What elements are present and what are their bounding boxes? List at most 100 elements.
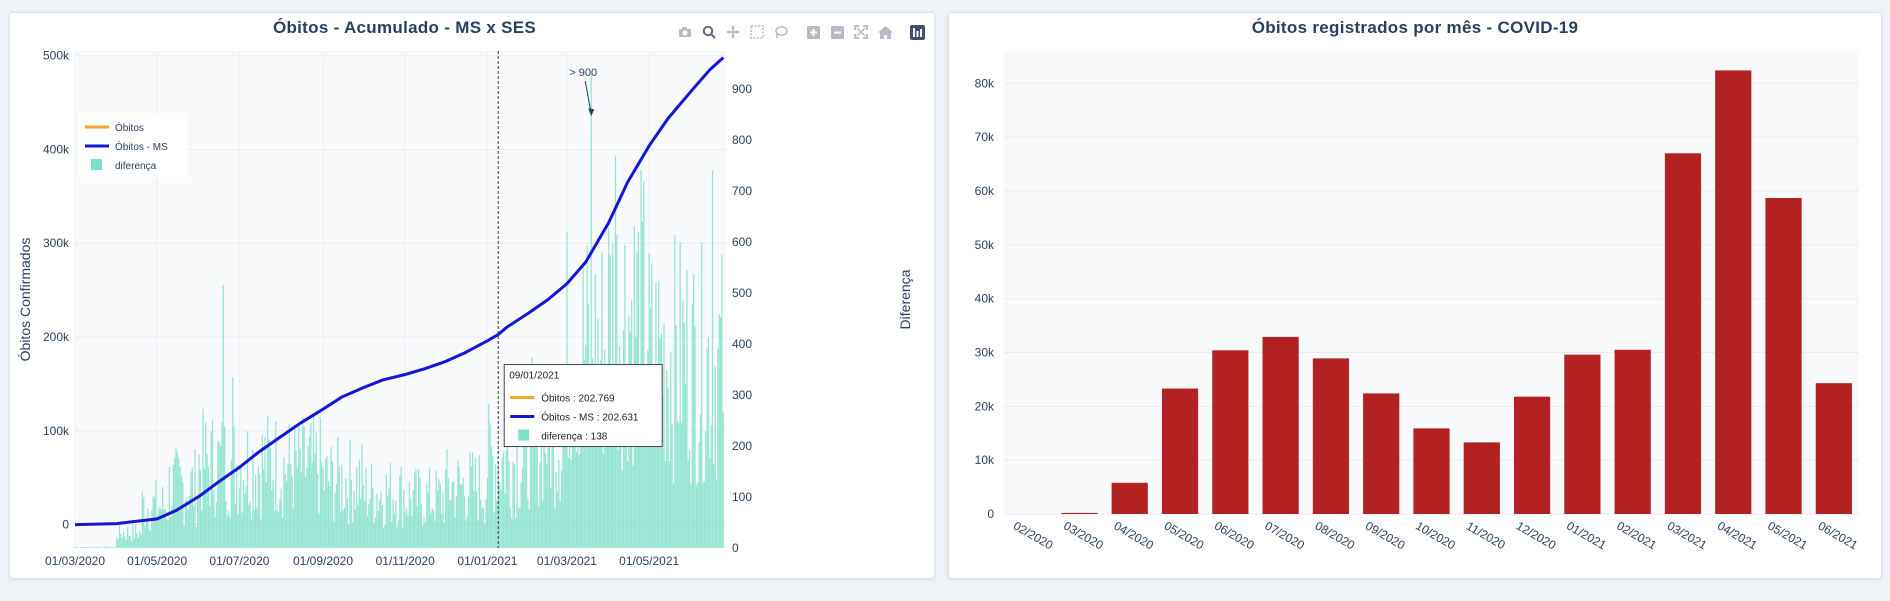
diferenca-bar (380, 491, 382, 548)
diferenca-bar (201, 509, 203, 548)
diferenca-bar (152, 495, 154, 548)
diferenca-bar (256, 507, 258, 548)
monthly-bar (1664, 153, 1702, 514)
diferenca-bar (211, 419, 214, 548)
diferenca-bar (562, 433, 564, 548)
diferenca-bar (691, 304, 693, 548)
x-tick-label: 12/2020 (1514, 519, 1559, 553)
diferenca-bar (249, 501, 251, 548)
diferenca-bar (338, 466, 340, 548)
diferenca-bar (129, 535, 131, 548)
diferenca-bar (407, 516, 409, 548)
diferenca-bar (323, 490, 325, 548)
diferenca-bar (353, 490, 355, 548)
diferenca-bar (149, 531, 152, 548)
diferenca-bar (273, 511, 276, 548)
diferenca-bar (680, 423, 683, 548)
diferenca-bar (392, 499, 394, 548)
diferenca-bar (362, 485, 365, 548)
diferenca-bar (573, 442, 575, 548)
diferenca-bar (368, 504, 370, 548)
diferenca-bar (207, 467, 210, 548)
diferenca-bar (520, 482, 522, 548)
diferenca-bar (190, 471, 192, 548)
diferenca-bar (267, 415, 269, 548)
diferenca-bar (126, 527, 129, 548)
diferenca-bar (153, 497, 156, 548)
diferenca-bar (721, 254, 723, 548)
diferenca-bar (717, 348, 719, 548)
diferenca-bar (694, 326, 696, 548)
diferenca-bar (229, 517, 231, 548)
tooltip-swatch (518, 429, 530, 441)
diferenca-bar (224, 426, 226, 548)
diferenca-bar (388, 488, 390, 548)
diferenca-bar (225, 501, 227, 548)
diferenca-bar (135, 524, 137, 548)
diferenca-bar (567, 458, 569, 548)
diferenca-bar (330, 446, 332, 548)
diferenca-bar (157, 509, 160, 548)
diferenca-bar (198, 454, 200, 548)
diferenca-bar (454, 517, 456, 548)
diferenca-bar (571, 443, 573, 548)
diferenca-bar (333, 521, 335, 548)
diferenca-bar (672, 483, 675, 548)
diferenca-bar (314, 453, 316, 548)
diferenca-bar (445, 469, 447, 548)
diferenca-bar (156, 515, 158, 548)
diferenca-bar (702, 483, 704, 548)
tooltip-date: 09/01/2021 (509, 371, 559, 382)
diferenca-bar (476, 491, 478, 548)
diferenca-bar (419, 478, 421, 548)
diferenca-bar (79, 547, 81, 548)
diferenca-bar (455, 495, 458, 548)
cumulative-deaths-panel: Óbitos - Acumulado - MS x SES 0 100k 200… (9, 12, 935, 579)
diferenca-bar (559, 501, 561, 548)
x-tick-label: 05/2021 (1765, 519, 1810, 553)
diferenca-bar (307, 446, 309, 548)
diferenca-bar (501, 457, 503, 548)
diferenca-bar (504, 493, 506, 548)
diferenca-bar (420, 504, 422, 548)
x-tick-label: 06/2021 (1816, 519, 1861, 553)
diferenca-bar (218, 441, 220, 548)
diferenca-bar (698, 442, 700, 548)
diferenca-bar (494, 464, 497, 548)
diferenca-bar (376, 493, 378, 548)
diferenca-bar (450, 500, 452, 548)
diferenca-bar (505, 449, 507, 548)
diferenca-bar (86, 547, 88, 548)
diferenca-bar (319, 417, 321, 548)
diferenca-bar (666, 370, 668, 548)
diferenca-bar (108, 547, 110, 548)
diferenca-bar (176, 452, 179, 548)
diferenca-bar (447, 477, 449, 548)
diferenca-bar (431, 508, 433, 548)
diferenca-bar (170, 516, 172, 548)
diferenca-bar (377, 510, 379, 548)
diferenca-bar (178, 457, 180, 548)
diferenca-bar (664, 460, 666, 548)
diferenca-bar (361, 444, 363, 548)
diferenca-bar (683, 322, 685, 548)
diferenca-bar (348, 523, 350, 548)
diferenca-bar (83, 546, 86, 548)
diferenca-bar (521, 467, 524, 548)
diferenca-bar (132, 524, 134, 548)
diferenca-bar (325, 458, 327, 548)
diferenca-bar (310, 423, 312, 548)
y-tick-label: 100k (43, 424, 70, 438)
diferenca-bar (389, 462, 391, 548)
diferenca-bar (117, 539, 119, 548)
diferenca-bar (271, 489, 273, 548)
x-tick-label: 01/05/2020 (127, 554, 187, 568)
diferenca-bar (428, 467, 431, 548)
diferenca-bar (296, 467, 298, 548)
legend-label: Óbitos (115, 121, 144, 134)
y2-tick-label: 500 (732, 286, 752, 300)
diferenca-bar (326, 455, 328, 548)
monthly-bar (1262, 336, 1299, 514)
diferenca-bar (466, 516, 468, 548)
diferenca-bar (713, 464, 715, 548)
